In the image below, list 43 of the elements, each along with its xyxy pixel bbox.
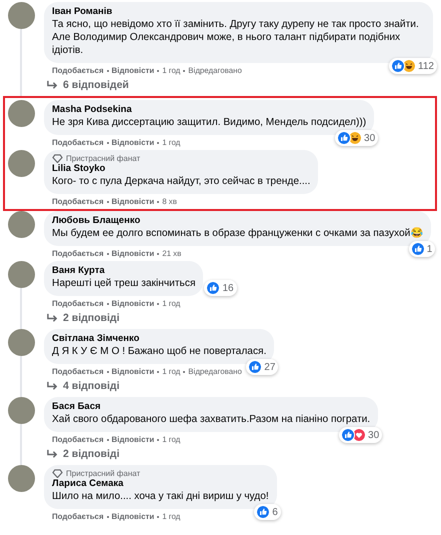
- avatar[interactable]: [8, 465, 35, 492]
- comment-text: Хай свого обдарованого шефа захватить.Разом на піаніно пограти.: [52, 413, 370, 426]
- comment-text: Нарешті цей треш закінчиться: [52, 277, 196, 290]
- comment-text: Мы будем ее долго вспоминать в образе француженки с очками за пазухой😂: [52, 227, 424, 240]
- comment-text: Та ясно, що невідомо хто її замінить. Другу таку дурепу не так просто знайти. Але Володимир Олександрович може, в нього талант підбирати подібних ідіотів.: [52, 18, 420, 57]
- reaction-count[interactable]: 27: [246, 359, 278, 375]
- avatar[interactable]: [8, 100, 35, 127]
- reaction-count[interactable]: 16: [204, 280, 237, 296]
- reaction-count[interactable]: 30: [335, 130, 378, 146]
- view-replies-link[interactable]: 2 відповіді: [44, 447, 378, 465]
- view-replies-link[interactable]: 2 відповіді: [44, 311, 204, 329]
- author-name[interactable]: Masha Podsekina: [52, 104, 366, 116]
- comment-text: Не зря Кива диссертацию защитил. Видимо, Мендель подсидел))): [52, 116, 366, 129]
- badge-label: Пристрасний фанат: [66, 469, 140, 478]
- reaction-count[interactable]: 112: [389, 58, 437, 74]
- diamond-icon: [52, 469, 63, 478]
- author-name[interactable]: Іван Романів: [52, 6, 425, 18]
- author-name[interactable]: Світлана Зімченко: [52, 333, 266, 345]
- author-name[interactable]: Ваня Курта: [52, 265, 196, 277]
- avatar[interactable]: [8, 211, 35, 238]
- reaction-count[interactable]: 6: [254, 504, 281, 520]
- diamond-icon: [52, 154, 63, 163]
- author-name[interactable]: Лариса Семака: [52, 478, 269, 490]
- comment-text: Шило на мило.... хоча у такі дні вириш у чудо!: [52, 490, 269, 503]
- badge-label: Пристрасний фанат: [66, 154, 140, 163]
- avatar[interactable]: [8, 2, 35, 29]
- reply-arrow-icon: [46, 312, 59, 324]
- avatar[interactable]: [8, 397, 35, 424]
- view-replies-link[interactable]: 6 відповідей: [44, 78, 433, 96]
- author-name[interactable]: Любовь Блащенко: [52, 215, 424, 227]
- reply-arrow-icon: [46, 80, 59, 90]
- view-replies-link[interactable]: 4 відповіді: [44, 379, 274, 397]
- avatar[interactable]: [8, 150, 35, 177]
- author-name[interactable]: Lilia Stoyko: [52, 163, 310, 175]
- reaction-count[interactable]: 30: [339, 427, 382, 443]
- author-name[interactable]: Бася Бася: [52, 401, 370, 413]
- reaction-count[interactable]: 1: [408, 241, 436, 257]
- avatar[interactable]: [8, 329, 35, 356]
- comment-text: Кого- то с пула Деркача найдут, это сейчас в тренде....: [52, 175, 310, 188]
- reply-arrow-icon: [46, 448, 59, 460]
- reply-arrow-icon: [46, 380, 59, 392]
- comment-text: Д Я К У Є М О ! Бажано щоб не поверталася.: [52, 345, 266, 358]
- avatar[interactable]: [8, 261, 35, 288]
